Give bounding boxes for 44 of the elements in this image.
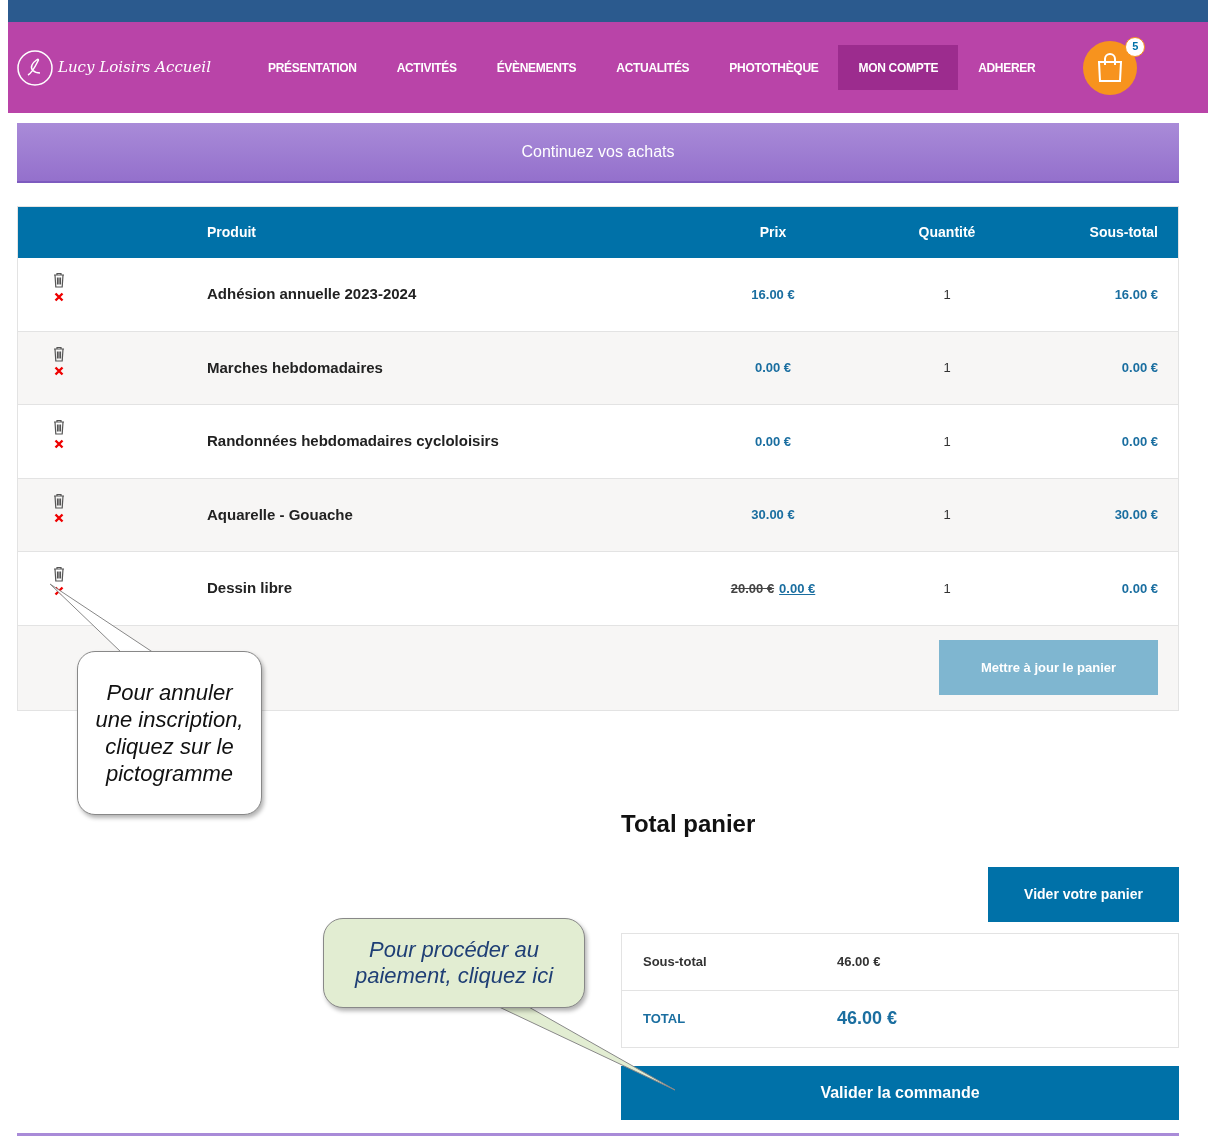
line-subtotal: 30.00 € [1113,506,1159,524]
product-name[interactable]: Dessin libre [207,577,657,600]
line-subtotal: 0.00 € [1120,579,1159,598]
product-name[interactable]: Aquarelle - Gouache [207,503,657,526]
column-header: Sous-total [1088,223,1159,242]
nav-link[interactable]: ACTUALITÉS [596,45,710,90]
cart-count-badge: 5 [1125,36,1146,57]
quantity: 1 [942,579,952,598]
nav-link[interactable]: ACTIVITÉS [376,45,477,90]
product-name[interactable]: Randonnées hebdomadaires cycloloisirs [207,430,657,453]
callout: Pour procéder au paiement, cliquez ici [323,918,585,1008]
checkout-button[interactable]: Valider la commande [621,1065,1179,1120]
price: 30.00 € [751,506,795,524]
total-label: TOTAL [643,1009,687,1028]
quantity: 1 [942,285,952,304]
quantity: 1 [942,359,952,377]
callout: Pour annuler une inscription, cliquez sur le pictogramme [77,651,262,815]
price: 16.00 € [751,285,795,304]
quantity: 1 [942,506,952,524]
quantity: 1 [942,432,952,451]
price: 0.00 € [779,579,816,598]
column-header: Produit [207,223,257,242]
price: 0.00 € [754,432,792,451]
line-subtotal: 0.00 € [1120,432,1159,451]
nav-link[interactable]: ADHERER [958,45,1056,90]
nav-link[interactable]: ÉVÈNEMENTS [476,45,597,90]
nav-link[interactable]: MON COMPTE [838,45,959,90]
subtotal-label: Sous-total [643,952,708,971]
totals-heading: Total panier [621,808,757,839]
empty-cart-button[interactable]: Vider votre panier [988,866,1179,922]
old-price: 20.00 € [730,579,775,598]
nav-link[interactable]: PHOTOTHÈQUE [709,45,839,90]
price: 0.00 € [754,359,792,377]
nav-link[interactable]: PRÉSENTATION [248,45,377,90]
total-value: 46.00 € [837,1007,898,1030]
subtotal-value: 46.00 € [837,952,881,971]
product-name[interactable]: Marches hebdomadaires [207,356,657,379]
column-header: Prix [758,223,788,242]
product-name[interactable]: Adhésion annuelle 2023-2024 [207,283,657,306]
line-subtotal: 0.00 € [1120,359,1159,377]
continue-shopping-button[interactable]: Continuez vos achats [17,123,1179,183]
site-logo[interactable]: Lucy Loisirs Accueil [58,56,211,79]
line-subtotal: 16.00 € [1113,285,1159,304]
column-header: Quantité [917,223,977,242]
